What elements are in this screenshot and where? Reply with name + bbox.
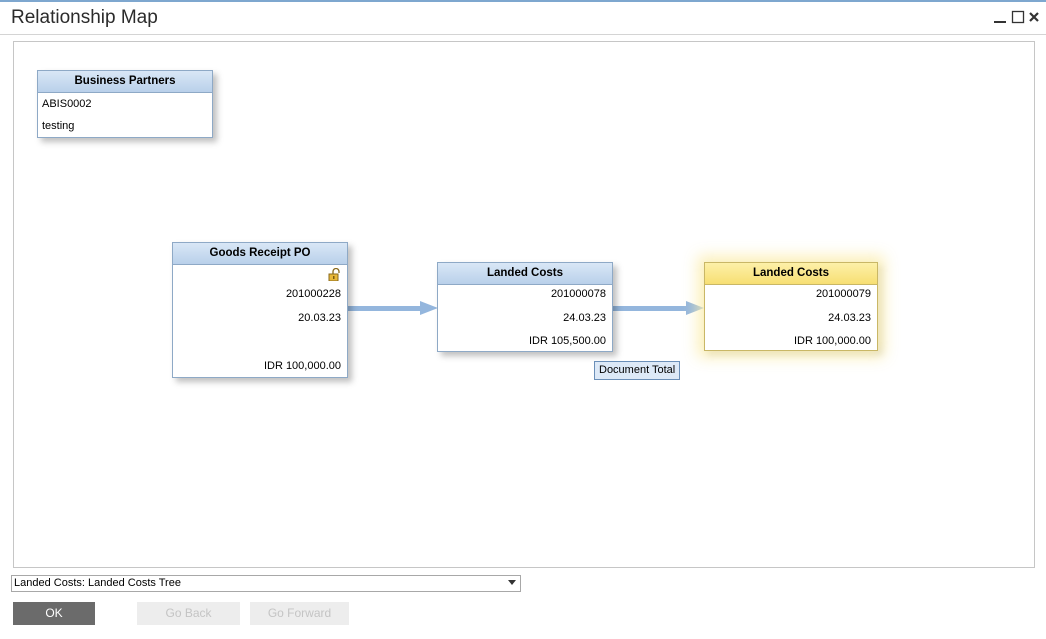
bp-name: testing <box>42 120 75 132</box>
goods-receipt-po-card[interactable]: Goods Receipt PO 201000228 20.03.23 IDR … <box>172 242 348 378</box>
relationship-map-canvas: Business Partners ABIS0002 testing Goods… <box>13 41 1035 568</box>
grpo-date: 20.03.23 <box>298 312 341 324</box>
lc1-number: 201000078 <box>550 288 606 300</box>
tooltip: Document Total <box>594 361 681 380</box>
card-header: Business Partners <box>38 71 212 93</box>
grpo-total: IDR 100,000.00 <box>263 360 341 372</box>
go-back-button[interactable]: Go Back <box>137 602 240 625</box>
go-forward-button[interactable]: Go Forward <box>250 602 349 625</box>
card-header: Landed Costs <box>705 263 877 285</box>
tree-selector-value: Landed Costs: Landed Costs Tree <box>14 577 181 589</box>
card-header: Goods Receipt PO <box>173 243 347 265</box>
card-header: Landed Costs <box>438 263 612 285</box>
lc1-date: 24.03.23 <box>563 312 606 324</box>
grpo-number: 201000228 <box>285 288 341 300</box>
open-lock-icon <box>328 267 341 284</box>
business-partners-card[interactable]: Business Partners ABIS0002 testing <box>37 70 213 138</box>
chevron-down-icon[interactable] <box>508 580 516 585</box>
bp-code: ABIS0002 <box>42 98 92 110</box>
tree-selector-dropdown[interactable]: Landed Costs: Landed Costs Tree <box>11 575 521 592</box>
lc2-total: IDR 100,000.00 <box>793 335 871 347</box>
lc2-number: 201000079 <box>815 288 871 300</box>
close-icon[interactable] <box>1024 6 1044 28</box>
window-title: Relationship Map <box>11 7 158 28</box>
minimize-icon[interactable] <box>990 6 1010 28</box>
landed-costs-card-2-selected[interactable]: Landed Costs 201000079 24.03.23 IDR 100,… <box>704 262 878 351</box>
lc2-date: 24.03.23 <box>828 312 871 324</box>
lc1-total: IDR 105,500.00 <box>528 335 606 347</box>
ok-button[interactable]: OK <box>13 602 95 625</box>
landed-costs-card-1[interactable]: Landed Costs 201000078 24.03.23 IDR 105,… <box>437 262 613 352</box>
title-bar: Relationship Map <box>0 2 1046 35</box>
connector-arrow-lc1-to-lc2 <box>612 301 704 315</box>
